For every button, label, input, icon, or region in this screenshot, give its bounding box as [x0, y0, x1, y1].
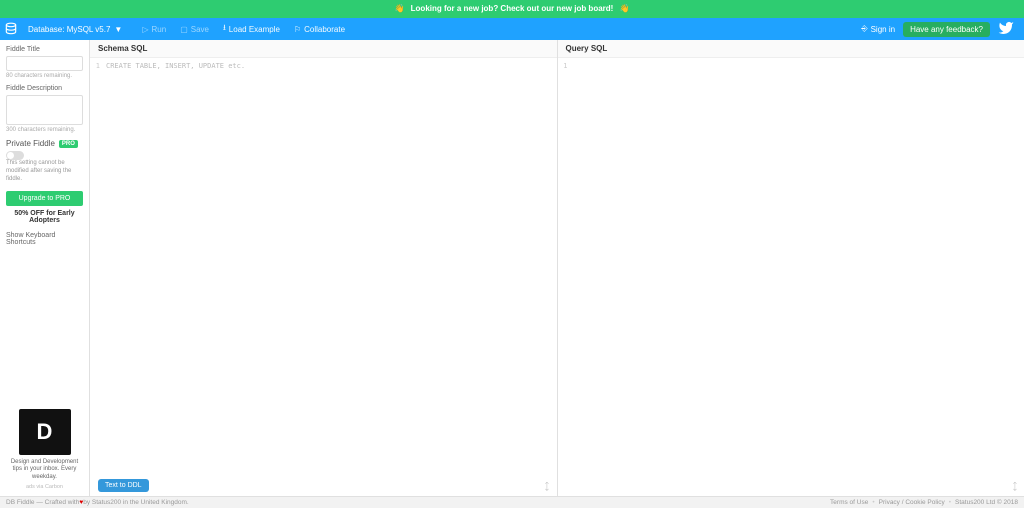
signin-label: Sign in: [871, 25, 895, 34]
footer-left2: by Status200 in the United Kingdom.: [83, 499, 189, 506]
footer: DB Fiddle — Crafted with ♥ by Status200 …: [0, 496, 1024, 508]
query-code: [572, 62, 1024, 492]
schema-gutter: 1: [90, 62, 104, 492]
top-nav: Database: MySQL v5.7 ▼ ▷ Run ▢ Save ⭳ Lo…: [0, 18, 1024, 40]
text-to-ddl-button[interactable]: Text to DDL: [98, 479, 149, 492]
discount-text: 50% OFF for Early Adopters: [6, 210, 83, 224]
signin-icon: ⎆: [861, 24, 867, 34]
database-selector[interactable]: Database: MySQL v5.7 ▼: [28, 25, 122, 34]
announcement-bar[interactable]: 👋 Looking for a new job? Check out our n…: [0, 0, 1024, 18]
fiddle-title-input[interactable]: [6, 56, 83, 71]
promo-attribution: ads via Carbon: [6, 484, 83, 490]
private-note: This setting cannot be modified after sa…: [6, 160, 83, 183]
title-hint: 80 characters remaining.: [6, 73, 83, 79]
private-label: Private Fiddle: [6, 139, 55, 148]
schema-panel: Schema SQL 1 CREATE TABLE, INSERT, UPDAT…: [90, 40, 558, 496]
terms-link[interactable]: Terms of Use: [830, 499, 868, 506]
private-toggle: [6, 151, 24, 160]
collab-label: Collaborate: [304, 25, 345, 34]
query-editor[interactable]: 1: [558, 58, 1024, 496]
load-label: Load Example: [229, 25, 280, 34]
fiddle-title-label: Fiddle Title: [6, 46, 83, 53]
promo-text: Design and Development tips in your inbo…: [6, 459, 83, 482]
folder-icon: ⭳: [223, 22, 226, 36]
feedback-button[interactable]: Have any feedback?: [903, 22, 990, 37]
save-icon: ▢: [180, 25, 188, 34]
run-button: ▷ Run: [142, 22, 166, 36]
twitter-icon[interactable]: [998, 20, 1014, 38]
announcement-text: Looking for a new job? Check out our new…: [411, 4, 614, 13]
people-icon: ⚐: [294, 25, 301, 34]
save-button: ▢ Save: [180, 22, 209, 36]
query-panel: Query SQL 1 ⤡: [558, 40, 1024, 496]
save-label: Save: [191, 25, 209, 34]
fiddle-desc-input[interactable]: [6, 95, 83, 125]
emoji-icon: 👋: [620, 4, 630, 13]
topbar-right: ⎆ Sign in Have any feedback?: [861, 20, 1024, 38]
schema-header: Schema SQL: [90, 40, 557, 58]
pro-badge: PRO: [59, 140, 78, 148]
shortcuts-link[interactable]: Show Keyboard Shortcuts: [6, 232, 83, 246]
schema-editor[interactable]: 1 CREATE TABLE, INSERT, UPDATE etc.: [90, 58, 557, 496]
footer-left1: DB Fiddle — Crafted with: [6, 499, 79, 506]
query-header: Query SQL: [558, 40, 1024, 58]
promo-image: D: [19, 409, 71, 455]
emoji-icon: 👋: [394, 4, 404, 13]
query-gutter: 1: [558, 62, 572, 492]
signin-button[interactable]: ⎆ Sign in: [861, 24, 895, 34]
upgrade-button[interactable]: Upgrade to PRO: [6, 191, 83, 206]
private-row: Private Fiddle PRO: [6, 139, 83, 148]
sidebar: Fiddle Title 80 characters remaining. Fi…: [0, 40, 90, 496]
desc-hint: 300 characters remaining.: [6, 127, 83, 133]
privacy-link[interactable]: Privacy / Cookie Policy: [879, 499, 945, 506]
logo[interactable]: [0, 18, 22, 40]
collaborate-button[interactable]: ⚐ Collaborate: [294, 22, 345, 36]
footer-links: Terms of Use • Privacy / Cookie Policy •…: [830, 499, 1018, 506]
run-label: Run: [152, 25, 167, 34]
toolbar-actions: ▷ Run ▢ Save ⭳ Load Example ⚐ Collaborat…: [142, 22, 345, 36]
chevron-down-icon: ▼: [114, 25, 122, 34]
promo-block[interactable]: D Design and Development tips in your in…: [6, 409, 83, 490]
schema-placeholder: CREATE TABLE, INSERT, UPDATE etc.: [104, 62, 557, 492]
load-example-button[interactable]: ⭳ Load Example: [223, 22, 280, 36]
fiddle-desc-label: Fiddle Description: [6, 85, 83, 92]
play-icon: ▷: [142, 25, 148, 34]
copyright: Status200 Ltd © 2018: [955, 499, 1018, 506]
database-label: Database: MySQL v5.7: [28, 25, 110, 34]
main-area: Fiddle Title 80 characters remaining. Fi…: [0, 40, 1024, 496]
